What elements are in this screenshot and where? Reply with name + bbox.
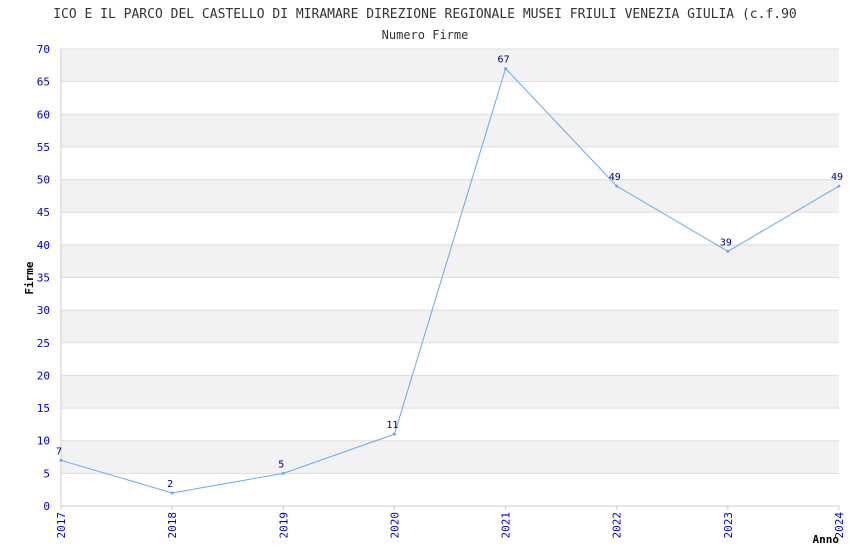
data-point-2017 — [59, 458, 63, 462]
y-tick-label-70: 70 — [37, 43, 50, 56]
y-tick-label-25: 25 — [37, 337, 50, 350]
y-tick-label-45: 45 — [37, 206, 50, 219]
band-55-60 — [61, 114, 839, 147]
chart-subtitle: Numero Firme — [382, 28, 469, 42]
data-label-2020: 11 — [386, 420, 398, 431]
data-point-2020 — [392, 432, 396, 436]
data-label-2021: 67 — [498, 55, 510, 66]
x-tick-label-2019: 2019 — [277, 512, 290, 539]
y-tick-label-65: 65 — [37, 76, 50, 89]
data-point-2018 — [170, 491, 174, 495]
x-tick-label-2020: 2020 — [388, 512, 401, 539]
x-axis-label: Anno — [813, 533, 840, 546]
data-point-2021 — [504, 67, 508, 71]
y-tick-label-20: 20 — [37, 369, 50, 382]
line-chart: 0510152025303540455055606570 2017 2018 201… — [23, 7, 846, 546]
x-tick-label-2023: 2023 — [722, 512, 735, 539]
y-tick-label-35: 35 — [37, 272, 50, 285]
y-axis-label: Firme — [23, 261, 36, 294]
x-tick-label-2018: 2018 — [166, 512, 179, 539]
band-65-70 — [61, 49, 839, 82]
data-label-2024: 49 — [831, 172, 843, 183]
background-bands — [61, 49, 839, 474]
band-15-20 — [61, 375, 839, 409]
data-label-2022: 49 — [609, 172, 621, 183]
y-tick-label-0: 0 — [43, 500, 50, 513]
data-label-2018: 2 — [167, 479, 173, 490]
data-label-2023: 39 — [720, 237, 732, 248]
data-point-2024 — [837, 184, 841, 188]
y-tick-label-15: 15 — [37, 402, 50, 415]
y-axis-ticks: 0 5 10 15 20 25 30 35 40 45 50 55 60 65 70 — [37, 43, 50, 513]
y-tick-label-60: 60 — [37, 108, 50, 121]
band-45-50 — [61, 179, 839, 213]
chart-container: 0 5 10 15 20 25 30 35 40 45 50 55 60 65 70 2017 2018 201… — [0, 0, 850, 550]
data-point-2019 — [281, 471, 285, 475]
band-5-10 — [61, 440, 839, 474]
y-tick-label-40: 40 — [37, 239, 50, 252]
y-tick-label-50: 50 — [37, 174, 50, 187]
data-point-2022 — [615, 184, 619, 188]
x-tick-label-2017: 2017 — [55, 512, 68, 539]
y-tick-label-55: 55 — [37, 141, 50, 154]
chart-title: ICO E IL PARCO DEL CASTELLO DI MIRAMARE … — [53, 7, 797, 22]
x-tick-label-2022: 2022 — [611, 512, 624, 539]
y-tick-label-10: 10 — [37, 435, 50, 448]
y-tick-label-30: 30 — [37, 304, 50, 317]
data-label-2017: 7 — [56, 446, 62, 457]
data-point-2023 — [726, 249, 730, 253]
data-label-2019: 5 — [278, 459, 284, 470]
band-25-30 — [61, 310, 839, 343]
x-axis-ticks: 2017 2018 2019 2020 2021 2022 2023 2024 — [55, 512, 846, 539]
y-tick-label-5: 5 — [43, 467, 50, 480]
x-tick-label-2021: 2021 — [500, 512, 513, 539]
